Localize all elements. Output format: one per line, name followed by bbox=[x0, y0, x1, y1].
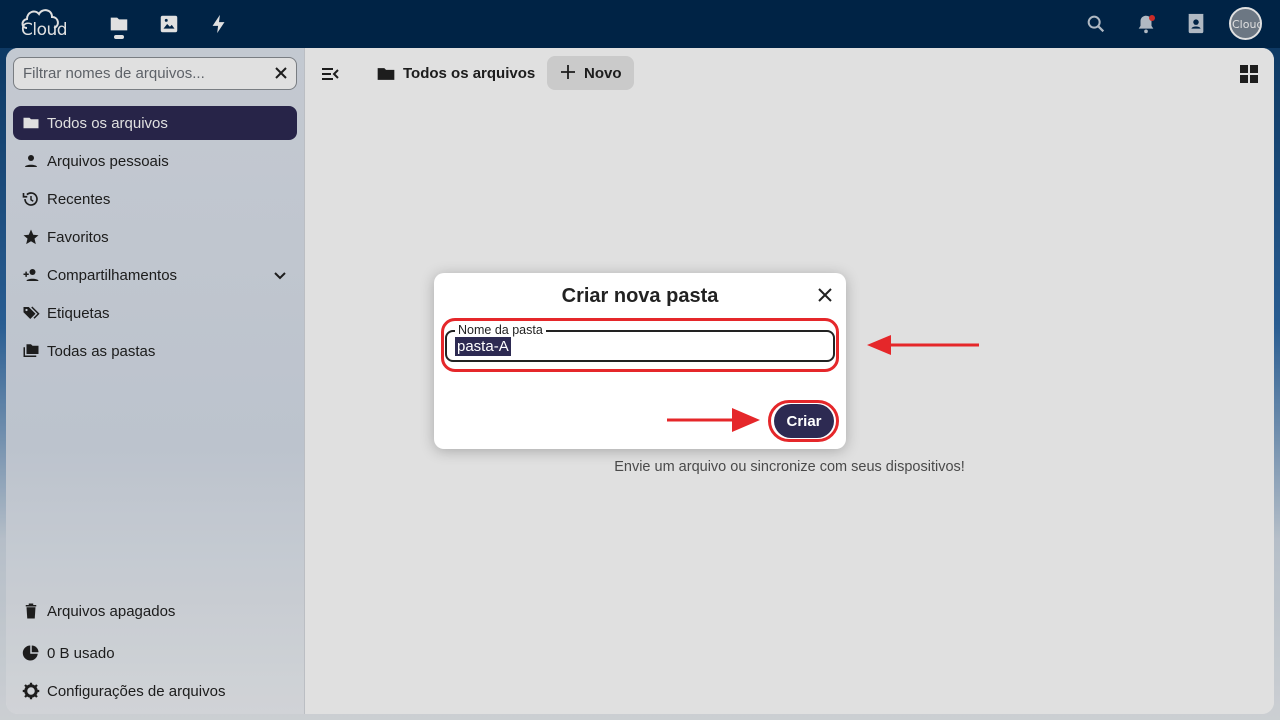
field-highlight bbox=[441, 318, 839, 372]
button-highlight bbox=[768, 400, 839, 442]
dialog-title: Criar nova pasta bbox=[561, 285, 719, 307]
close-icon[interactable] bbox=[816, 286, 834, 304]
arrow-left-icon bbox=[867, 335, 979, 355]
arrow-right-icon bbox=[667, 408, 760, 432]
